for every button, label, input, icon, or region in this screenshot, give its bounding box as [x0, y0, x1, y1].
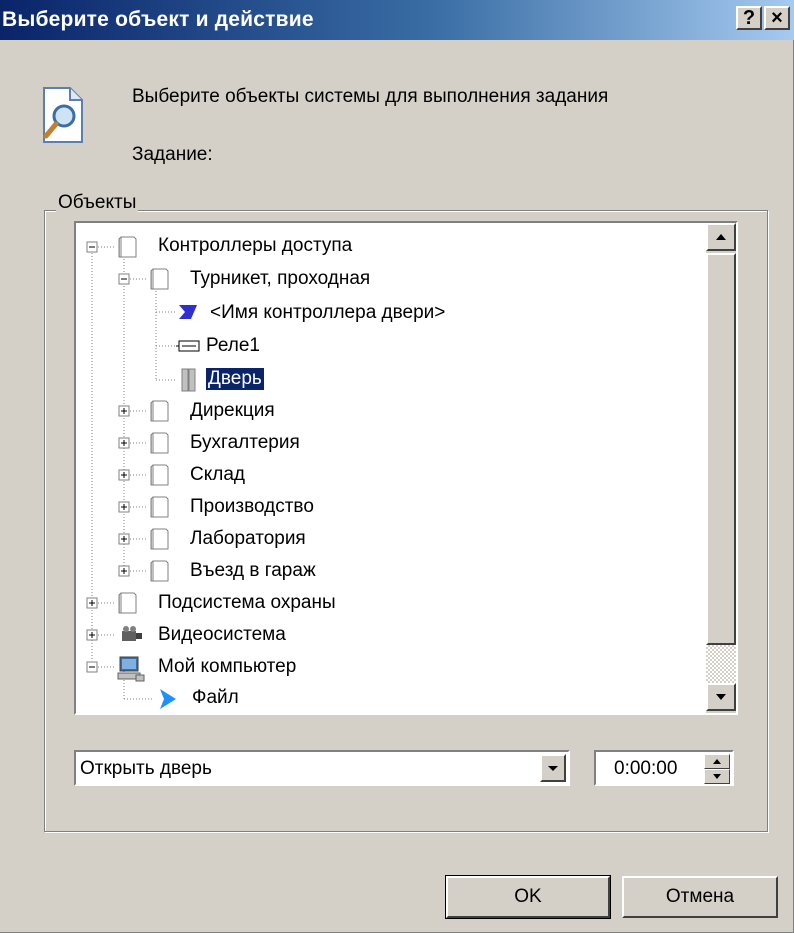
- folder-icon: [150, 464, 169, 486]
- title-bar[interactable]: Выберите объект и действие ? ×: [0, 0, 794, 40]
- tree-item-accounting[interactable]: Бухгалтерия: [190, 432, 300, 454]
- tree-item-warehouse[interactable]: Склад: [190, 464, 245, 486]
- help-button[interactable]: ?: [736, 6, 762, 30]
- scroll-down-button[interactable]: [706, 683, 736, 711]
- folder-icon: [150, 268, 169, 290]
- scroll-track[interactable]: [706, 645, 736, 683]
- tree-item-turnstile[interactable]: Турникет, проходная: [190, 268, 370, 290]
- tree-item-door-controller[interactable]: <Имя контроллера двери>: [210, 302, 445, 324]
- computer-icon: [117, 656, 145, 682]
- arrow-down-icon: [716, 694, 726, 700]
- tree-item-production[interactable]: Производство: [190, 496, 314, 518]
- folder-icon: [150, 528, 169, 550]
- tree-item-file[interactable]: Файл: [192, 687, 239, 709]
- tree-item-directorate[interactable]: Дирекция: [190, 400, 275, 422]
- folder-icon: [150, 496, 169, 518]
- tree-item-my-computer[interactable]: Мой компьютер: [158, 656, 296, 678]
- tree-item-door[interactable]: Дверь: [206, 368, 264, 390]
- door-icon: [181, 368, 196, 392]
- tree-item-garage-entrance[interactable]: Въезд в гараж: [190, 560, 316, 582]
- dropdown-button[interactable]: [540, 754, 566, 782]
- action-select-value: Открыть дверь: [80, 758, 212, 779]
- chevron-down-icon: [548, 766, 558, 771]
- folder-icon: [150, 560, 169, 582]
- objects-group-label: Объекты: [56, 192, 139, 214]
- folder-icon: [118, 236, 137, 258]
- cancel-button[interactable]: Отмена: [622, 876, 778, 918]
- delay-spinbox[interactable]: 0:00:00: [594, 750, 734, 786]
- arrow-down-icon: [713, 774, 721, 779]
- spin-up-button[interactable]: [704, 754, 730, 769]
- close-button[interactable]: ×: [764, 6, 790, 30]
- arrow-up-icon: [716, 234, 726, 240]
- tree-item-video-system[interactable]: Видеосистема: [158, 624, 286, 646]
- window-title: Выберите объект и действие: [2, 8, 314, 31]
- relay-icon: [176, 340, 200, 352]
- description-text: Выберите объекты системы для выполнения …: [132, 86, 609, 107]
- folder-icon: [150, 432, 169, 454]
- spin-down-button[interactable]: [704, 769, 730, 784]
- camera-icon: [122, 626, 142, 641]
- tree-item-access-controllers[interactable]: Контроллеры доступа: [158, 235, 352, 257]
- scroll-up-button[interactable]: [706, 223, 736, 251]
- tree-item-relay[interactable]: Реле1: [206, 335, 260, 357]
- tree-scrollbar[interactable]: [706, 223, 736, 713]
- search-document-icon: [43, 87, 83, 143]
- tree-item-security-subsystem[interactable]: Подсистема охраны: [158, 592, 336, 614]
- scroll-thumb[interactable]: [706, 253, 736, 645]
- tree-item-laboratory[interactable]: Лаборатория: [190, 528, 306, 550]
- delay-value: 0:00:00: [614, 758, 678, 779]
- arrow-up-icon: [713, 759, 721, 764]
- ok-button[interactable]: OK: [445, 875, 611, 919]
- folder-icon: [118, 592, 137, 614]
- object-tree[interactable]: Контроллеры доступа Турникет, проходная …: [74, 221, 738, 715]
- action-select[interactable]: Открыть дверь: [74, 750, 570, 786]
- file-arrow-icon: [160, 689, 176, 709]
- dialog-window: Выберите объект и действие ? × Выберите …: [0, 0, 794, 933]
- folder-icon: [150, 400, 169, 422]
- door-controller-icon: [179, 305, 197, 319]
- task-label: Задание:: [132, 144, 213, 165]
